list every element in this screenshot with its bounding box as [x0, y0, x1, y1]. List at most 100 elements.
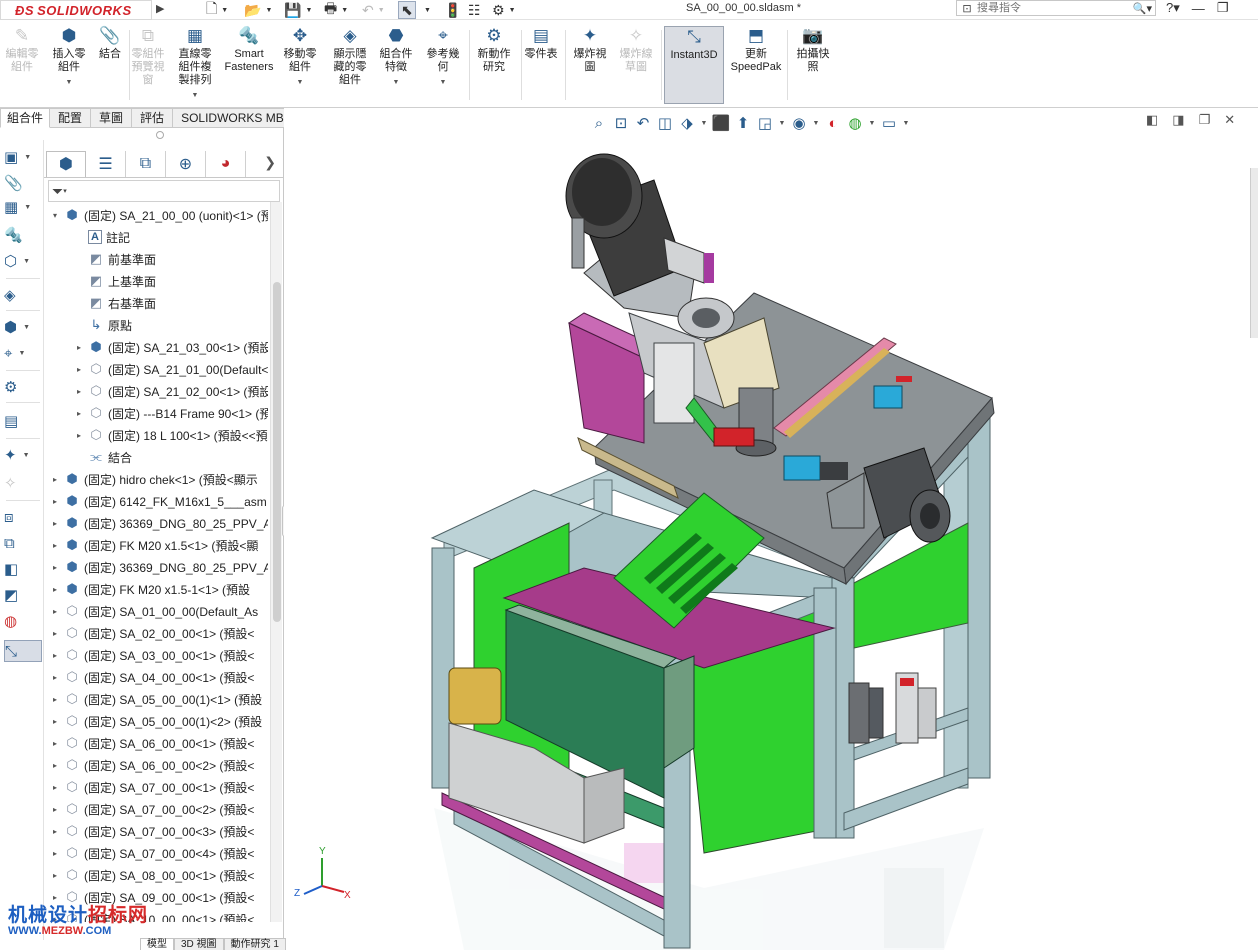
- linear-pattern-tool-icon[interactable]: ▦ ▼: [4, 196, 42, 218]
- expand-arrow-icon[interactable]: ▸: [50, 563, 60, 572]
- tree-item[interactable]: ▸ ⬡ (固定) SA_03_00_00<1> (預設<: [44, 644, 268, 666]
- tree-item[interactable]: ▸ ⬢ (固定) 36369_DNG_80_25_PPV_A: [44, 556, 268, 578]
- search-input[interactable]: [977, 2, 1117, 14]
- interference-tool-icon[interactable]: ⧈: [4, 506, 42, 528]
- tree-item[interactable]: ▸ ⬡ (固定) SA_07_00_00<4> (預設<: [44, 842, 268, 864]
- rebuild-tool-icon[interactable]: ◍: [4, 610, 42, 632]
- ribbon-button-mate[interactable]: 📎 結合: [94, 26, 126, 104]
- command-tab[interactable]: 草圖: [91, 108, 133, 128]
- bottom-tab[interactable]: 模型: [140, 938, 174, 950]
- tree-item[interactable]: ▸ ⬡ (固定) SA_08_00_00<1> (預設<: [44, 864, 268, 886]
- featuremanager-tab-icon[interactable]: ⬢: [46, 150, 86, 177]
- tree-item[interactable]: ◩ 上基準面: [44, 270, 268, 292]
- expand-arrow-icon[interactable]: ▸: [50, 849, 60, 858]
- expand-arrow-icon[interactable]: ▸: [50, 717, 60, 726]
- chevron-down-icon[interactable]: ▼: [297, 76, 304, 89]
- scrollbar-thumb[interactable]: [273, 282, 281, 622]
- show-hidden-tool-icon[interactable]: ◈: [4, 284, 42, 306]
- expand-arrow-icon[interactable]: ▸: [50, 805, 60, 814]
- expand-arrow-icon[interactable]: ▸: [50, 585, 60, 594]
- ribbon-button-reference-geometry[interactable]: ⌖ 參考幾 何 ▼: [420, 26, 466, 104]
- expand-arrow-icon[interactable]: ▸: [50, 673, 60, 682]
- tree-item[interactable]: ▾ ⬢ (固定) SA_21_00_00 (uonit)<1> (預設: [44, 204, 268, 226]
- tree-item[interactable]: ▸ ⬡ (固定) ---B14 Frame 90<1> (預: [44, 402, 268, 424]
- tree-item[interactable]: ▸ ⬡ (固定) SA_02_00_00<1> (預設<: [44, 622, 268, 644]
- exploded-view-tool-icon[interactable]: ✦ ▼: [4, 444, 42, 466]
- tree-item[interactable]: ▸ ⬡ (固定) SA_07_00_00<1> (預設<: [44, 776, 268, 798]
- ribbon-button-exploded-view[interactable]: ✦ 爆炸視 圖: [568, 26, 612, 104]
- expand-arrow-icon[interactable]: ▸: [50, 827, 60, 836]
- ribbon-button-linear-pattern[interactable]: ▦ 直線零 組件複 製排列 ▼: [172, 26, 218, 104]
- open-icon[interactable]: 📂 ▼: [244, 1, 272, 19]
- clearance-tool-icon[interactable]: ⧉: [4, 532, 42, 554]
- ribbon-button-bom[interactable]: ▤ 零件表: [520, 26, 562, 104]
- collapse-arrow-icon[interactable]: ▾: [50, 211, 60, 220]
- save-icon[interactable]: 💾 ▼: [284, 1, 312, 19]
- tree-item[interactable]: ◩ 右基準面: [44, 292, 268, 314]
- hole-alignment-tool-icon[interactable]: ◧: [4, 558, 42, 580]
- expand-arrow-icon[interactable]: ▸: [74, 431, 84, 440]
- ribbon-button-instant3d[interactable]: ⤡ Instant3D: [664, 26, 724, 104]
- chevron-down-icon[interactable]: ▼: [393, 76, 400, 89]
- search-commands[interactable]: ⊡ 🔍▾: [956, 0, 1156, 16]
- tree-item[interactable]: ▸ ⬢ (固定) 36369_DNG_80_25_PPV_A: [44, 512, 268, 534]
- select-icon[interactable]: ⬉: [398, 1, 416, 19]
- tree-item[interactable]: ▸ ⬢ (固定) hidro chek<1> (預設<顯示: [44, 468, 268, 490]
- tree-item[interactable]: ▸ ⬢ (固定) FK M20 x1.5-1<1> (預設: [44, 578, 268, 600]
- tree-item[interactable]: ▸ ⬡ (固定) SA_05_00_00(1)<2> (預設: [44, 710, 268, 732]
- rebuild-icon[interactable]: 🚦: [444, 1, 461, 19]
- tree-item[interactable]: ▸ ⬡ (固定) SA_05_00_00(1)<1> (預設: [44, 688, 268, 710]
- undo-icon[interactable]: ↶ ▼: [362, 1, 385, 19]
- menu-expand-icon[interactable]: ▶: [156, 2, 164, 15]
- tree-item[interactable]: ▸ ⬡ (固定) SA_01_00_00(Default_As: [44, 600, 268, 622]
- ribbon-button-insert-component[interactable]: ⬢ 插入零 組件 ▼: [48, 26, 90, 104]
- instant3d-tool-icon[interactable]: ⤡: [4, 640, 42, 662]
- tree-item[interactable]: ▸ ⬡ (固定) SA_21_01_00(Default<: [44, 358, 268, 380]
- expand-arrow-icon[interactable]: ▸: [50, 783, 60, 792]
- expand-arrow-icon[interactable]: ▸: [50, 695, 60, 704]
- new-document-icon[interactable]: 🗋 ▼: [206, 0, 228, 19]
- tree-item[interactable]: ▸ ⬢ (固定) SA_21_03_00<1> (預設<: [44, 336, 268, 358]
- expand-arrow-icon[interactable]: ▸: [50, 651, 60, 660]
- expand-arrow-icon[interactable]: ▸: [74, 409, 84, 418]
- tree-item[interactable]: ▸ ⬢ (固定) FK M20 x1.5<1> (預設<顯: [44, 534, 268, 556]
- expand-arrow-icon[interactable]: ▸: [74, 365, 84, 374]
- mate-tool-icon[interactable]: 📎: [4, 172, 42, 194]
- expand-arrow-icon[interactable]: ▸: [74, 343, 84, 352]
- search-mode-icon[interactable]: ⊡: [957, 2, 977, 15]
- motion-study-tool-icon[interactable]: ⚙: [4, 376, 42, 398]
- smart-fasteners-tool-icon[interactable]: 🔩: [4, 224, 42, 246]
- ribbon-button-assembly-features[interactable]: ⬣ 組合件 特徵 ▼: [374, 26, 418, 104]
- restore-icon[interactable]: ❐: [1217, 0, 1229, 16]
- tree-item[interactable]: ▸ ⬡ (固定) SA_07_00_00<2> (預設<: [44, 798, 268, 820]
- command-tab[interactable]: 組合件: [0, 108, 51, 128]
- expand-arrow-icon[interactable]: ▸: [50, 761, 60, 770]
- tree-scrollbar[interactable]: [270, 202, 282, 922]
- select-dropdown-icon[interactable]: ▼: [424, 1, 431, 19]
- print-icon[interactable]: 🖶 ▼: [324, 0, 348, 19]
- ribbon-button-edit-component[interactable]: ✎ 編輯零 組件: [2, 26, 42, 104]
- expand-arrow-icon[interactable]: ▸: [50, 541, 60, 550]
- more-tabs-icon[interactable]: ❯: [264, 154, 276, 171]
- tree-item[interactable]: ▸ ⬡ (固定) 18 L 100<1> (預設<<預: [44, 424, 268, 446]
- command-tab[interactable]: SOLIDWORKS MBD: [173, 108, 302, 128]
- command-tab[interactable]: 配置: [50, 108, 92, 128]
- tree-item[interactable]: ↳ 原點: [44, 314, 268, 336]
- display-manager-tab-icon[interactable]: ◕: [206, 150, 246, 177]
- expand-arrow-icon[interactable]: ▸: [50, 497, 60, 506]
- tree-item[interactable]: ▸ ⬡ (固定) SA_21_02_00<1> (預設<: [44, 380, 268, 402]
- reference-geometry-tool-icon[interactable]: ⌖ ▼: [4, 342, 42, 364]
- expand-arrow-icon[interactable]: ▸: [50, 519, 60, 528]
- minimize-icon[interactable]: —: [1192, 1, 1205, 16]
- ribbon-button-component-preview[interactable]: ⧉ 零組件 預覽視 窗: [128, 26, 168, 104]
- tree-item[interactable]: ◩ 前基準面: [44, 248, 268, 270]
- tree-item[interactable]: ▸ ⬢ (固定) 6142_FK_M16x1_5___asm: [44, 490, 268, 512]
- expand-arrow-icon[interactable]: ▸: [74, 387, 84, 396]
- graphics-area[interactable]: ⌕ ⊡ ↶ ◫ ⬗ ▼ ⬛ ⬆ ◲ ▼ ◉ ▼ ◐ ◍ ▼ ▭ ▼ ◧ ◨ ❐ …: [284, 108, 1258, 950]
- options-gear-icon[interactable]: ⚙ ▼: [492, 1, 516, 19]
- tree-item[interactable]: ▸ ⬡ (固定) SA_06_00_00<1> (預設<: [44, 732, 268, 754]
- ribbon-button-move-component[interactable]: ✥ 移動零 組件 ▼: [278, 26, 322, 104]
- ribbon-button-smart-fasteners[interactable]: 🔩 Smart Fasteners: [220, 26, 278, 104]
- assembly-model-view[interactable]: Y X Z: [284, 108, 1258, 950]
- expand-arrow-icon[interactable]: ▸: [50, 475, 60, 484]
